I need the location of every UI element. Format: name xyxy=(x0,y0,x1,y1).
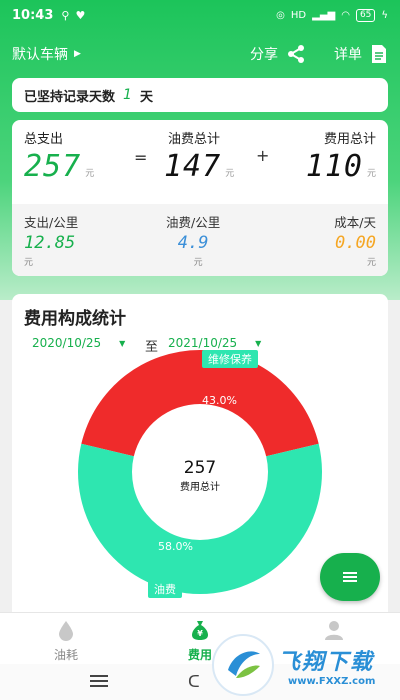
streak-card: 已坚持记录天数 1 天 xyxy=(12,78,388,112)
total-value: 257 xyxy=(24,149,82,184)
heart-icon: ♥ xyxy=(75,8,86,22)
chart-label-repair: 维修保养 xyxy=(202,350,258,368)
donut-center-value: 257 xyxy=(183,458,217,478)
donut-slice-repair xyxy=(81,350,319,457)
streak-days: 1 xyxy=(123,87,132,103)
status-icons: ◎ HD ▂▄▆ ◠ 65 ϟ xyxy=(276,8,388,22)
charging-icon: ϟ xyxy=(381,9,388,21)
total-label: 总支出 xyxy=(24,132,64,147)
watermark-logo xyxy=(212,634,274,696)
per-km-value: 12.85 xyxy=(24,233,76,253)
watermark-text: 飞翔下载 xyxy=(278,650,375,675)
menu-icon xyxy=(343,572,357,582)
watermark: 飞翔下载 www.FXXZ.com xyxy=(210,630,400,700)
usb-icon: ⚲ xyxy=(61,8,70,22)
location-icon: ◎ xyxy=(276,9,285,21)
tab-fuel-consumption[interactable]: 油耗 xyxy=(26,619,106,663)
summary-card: 总支出 257 元 = 油费总计 147 元 + 费用总计 110 元 支出/公里 1… xyxy=(12,120,388,276)
fuel-per-km-stat: 油费/公里 4.9 元 xyxy=(166,212,220,268)
fee-unit: 元 xyxy=(366,169,376,179)
nav-back-icon[interactable]: ᑕ xyxy=(188,672,200,691)
fee-label: 费用总计 xyxy=(323,132,376,147)
droplet-icon xyxy=(59,621,73,641)
menu-fab[interactable] xyxy=(320,553,380,601)
share-label: 分享 xyxy=(250,47,278,63)
document-icon xyxy=(372,45,386,63)
nav-menu-icon[interactable] xyxy=(90,675,108,687)
daily-label: 成本/天 xyxy=(334,215,376,230)
fuel-per-km-label: 油费/公里 xyxy=(166,215,221,230)
battery-icon: 65 xyxy=(355,8,376,22)
per-km-unit: 元 xyxy=(24,258,34,268)
equals-sign: = xyxy=(134,148,148,167)
daily-cost-stat: 成本/天 0.00 元 xyxy=(334,212,376,268)
fuel-value: 147 xyxy=(164,149,222,184)
tab-label-fuel: 油耗 xyxy=(53,648,78,662)
vehicle-selector[interactable]: 默认车辆 ▶ xyxy=(12,44,81,64)
share-icon xyxy=(288,45,304,63)
status-bar: 10:43 ⚲ ♥ ◎ HD ▂▄▆ ◠ 65 ϟ xyxy=(0,0,400,30)
total-expense: 总支出 257 元 xyxy=(24,128,94,184)
watermark-url: www.FXXZ.com xyxy=(288,676,376,687)
streak-suffix: 天 xyxy=(139,89,153,105)
wifi-icon: ◠ xyxy=(341,9,350,21)
share-button[interactable]: 分享 xyxy=(250,44,306,64)
slice-percent-fuel: 58.0% xyxy=(158,540,193,553)
details-button[interactable]: 详单 xyxy=(334,44,388,64)
plus-sign: + xyxy=(256,146,270,165)
signal-icon: ▂▄▆ xyxy=(312,9,336,21)
chart-label-fuel: 油费 xyxy=(148,580,182,598)
daily-value: 0.00 xyxy=(335,233,376,253)
fuel-per-km-unit: 元 xyxy=(193,258,203,268)
fuel-total: 油费总计 147 元 xyxy=(164,128,234,184)
total-unit: 元 xyxy=(85,169,95,179)
triangle-right-icon: ▶ xyxy=(74,49,81,59)
fuel-label: 油费总计 xyxy=(168,132,221,147)
status-time: 10:43 xyxy=(12,7,54,23)
donut-center-label: 费用总计 xyxy=(180,482,220,493)
fee-value: 110 xyxy=(305,149,363,184)
fee-total: 费用总计 110 元 xyxy=(306,128,376,184)
svg-text:¥: ¥ xyxy=(197,629,203,638)
fuel-unit: 元 xyxy=(225,169,235,179)
vehicle-name: 默认车辆 xyxy=(12,47,68,63)
hd-icon: HD xyxy=(290,9,307,21)
fuel-per-km-value: 4.9 xyxy=(177,233,209,253)
per-km-label: 支出/公里 xyxy=(24,215,79,230)
daily-unit: 元 xyxy=(366,258,376,268)
streak-prefix: 已坚持记录天数 xyxy=(24,89,116,105)
slice-percent-repair: 43.0% xyxy=(202,394,237,407)
details-label: 详单 xyxy=(334,47,362,63)
summary-stats: 支出/公里 12.85 元 油费/公里 4.9 元 成本/天 0.00 元 xyxy=(12,204,388,276)
money-bag-icon: ¥ xyxy=(192,621,208,640)
app-header: 默认车辆 ▶ 分享 详单 xyxy=(0,36,400,72)
per-km-stat: 支出/公里 12.85 元 xyxy=(24,212,78,268)
